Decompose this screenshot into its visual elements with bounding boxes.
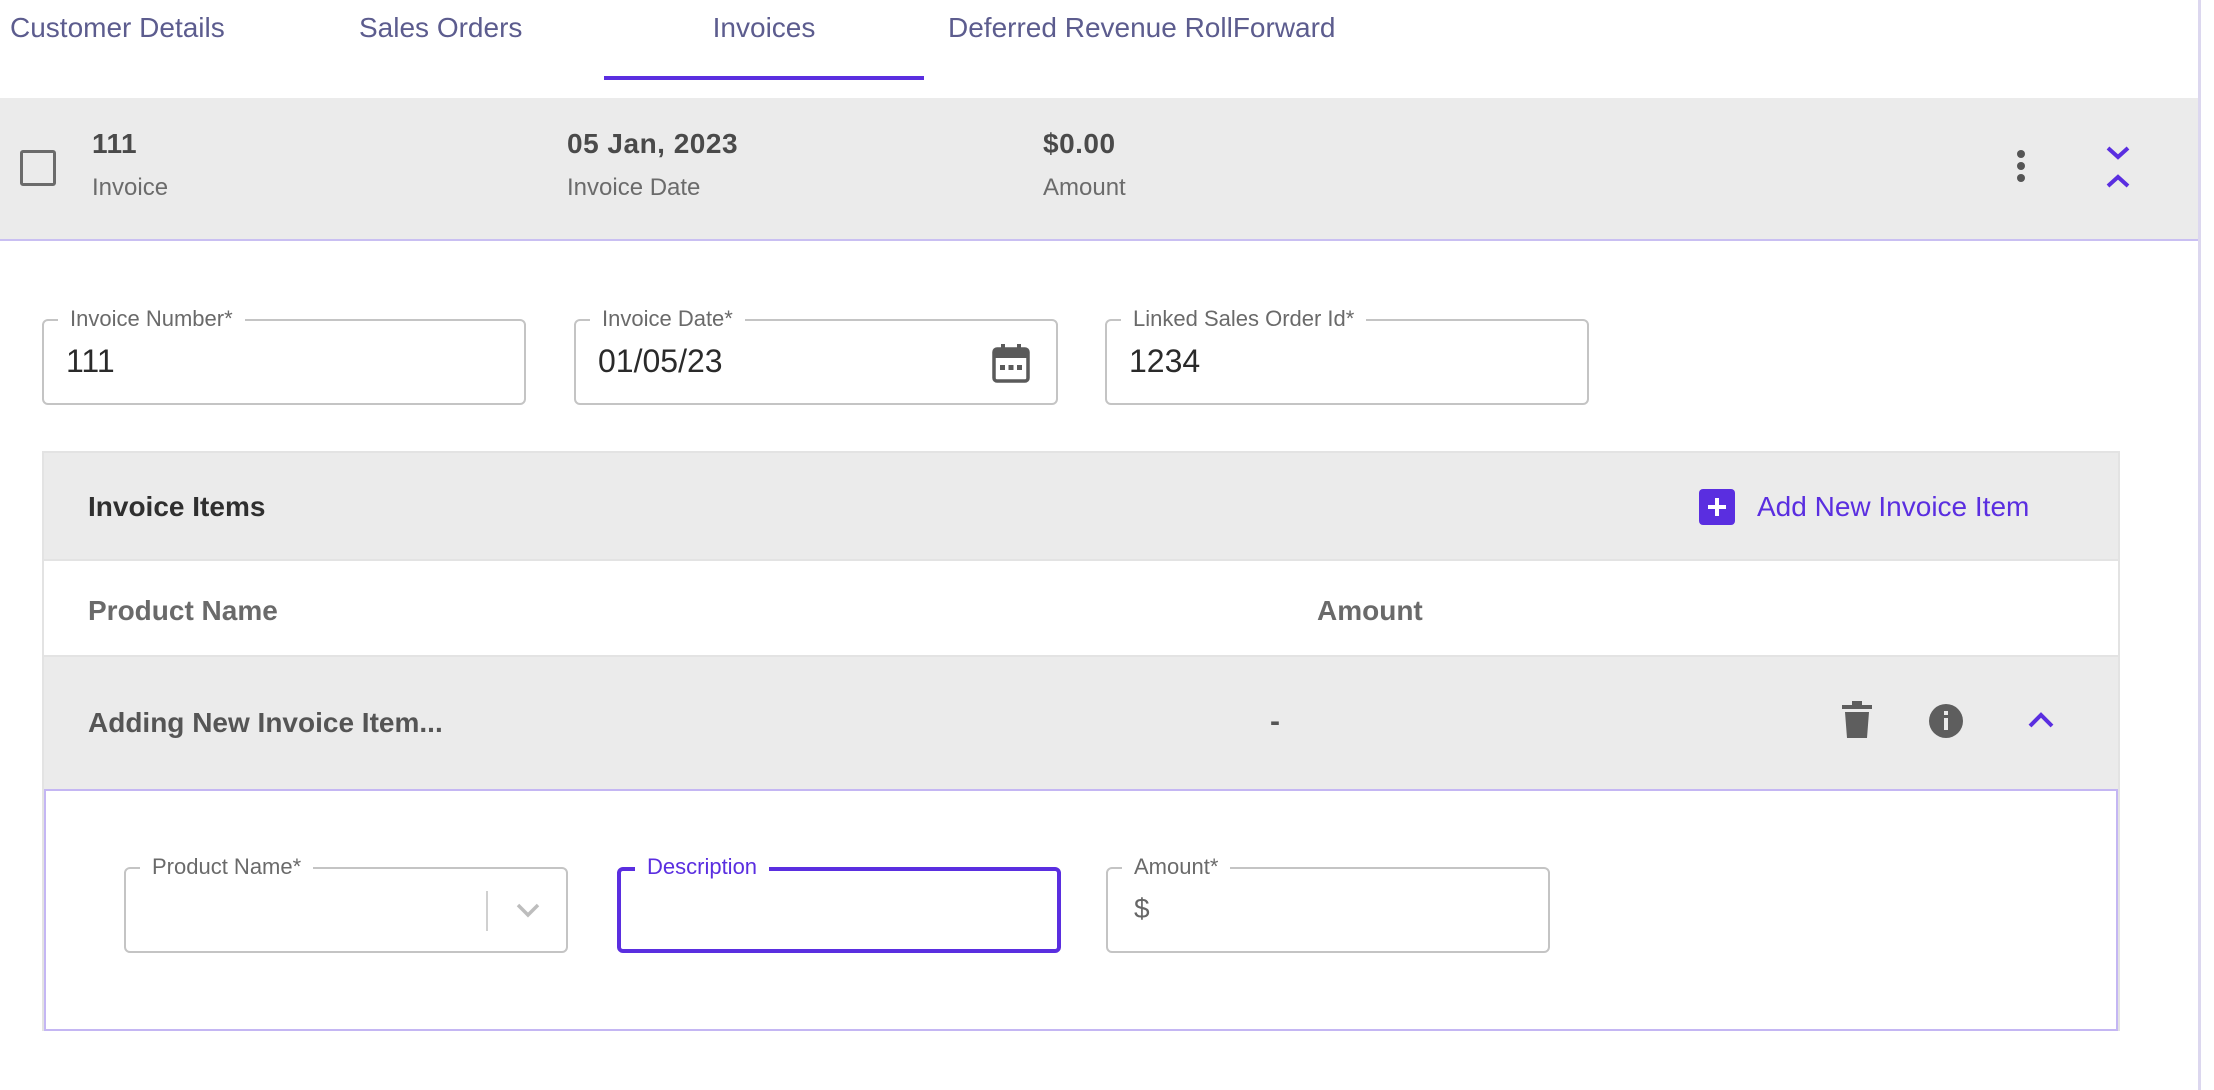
currency-prefix: $ xyxy=(1134,893,1150,924)
product-name-field-label: Product Name* xyxy=(140,854,314,880)
product-name-select[interactable]: Product Name* xyxy=(124,854,568,953)
invoice-date-field-label: Invoice Date* xyxy=(590,306,745,332)
invoice-items-header: Invoice Items Add New Invoice Item xyxy=(44,453,2118,559)
info-icon[interactable] xyxy=(1928,703,1964,739)
item-product-name: Adding New Invoice Item... xyxy=(88,707,443,738)
invoice-items-table-header: Product Name Amount xyxy=(44,559,2118,657)
linked-sales-order-field[interactable]: Linked Sales Order Id* 1234 xyxy=(1105,306,1589,405)
invoice-number-label: Invoice xyxy=(92,174,169,201)
select-divider xyxy=(486,891,488,931)
invoice-items-title: Invoice Items xyxy=(88,491,266,522)
tab-bar: Customer Details Sales Orders Invoices D… xyxy=(0,0,2198,96)
linked-sales-order-field-label: Linked Sales Order Id* xyxy=(1121,306,1367,332)
invoice-number-field[interactable]: Invoice Number* 111 xyxy=(42,306,526,405)
amount-field[interactable]: Amount* $ xyxy=(1106,854,1550,953)
collapse-all-icon[interactable] xyxy=(2098,142,2138,192)
trash-icon[interactable] xyxy=(1842,701,1872,739)
invoice-detail-panel: Invoice Number* 111 Invoice Date* 01/05/… xyxy=(0,241,2198,1090)
table-row[interactable]: Adding New Invoice Item... - xyxy=(44,657,2118,789)
active-tab-indicator xyxy=(604,76,924,80)
invoice-date-input[interactable]: 01/05/23 xyxy=(598,343,723,380)
invoice-amount-summary: $0.00 Amount xyxy=(1043,128,1126,202)
invoice-items-section: Invoice Items Add New Invoice Item Produ… xyxy=(42,451,2120,1031)
scrollbar-track[interactable] xyxy=(2198,0,2201,1090)
add-box-icon xyxy=(1699,489,1735,525)
chevron-down-icon[interactable] xyxy=(514,899,542,921)
invoice-item-form: Product Name* Description Amount* $ xyxy=(44,789,2118,1031)
calendar-icon[interactable] xyxy=(992,343,1030,383)
invoice-date-label: Invoice Date xyxy=(567,174,701,201)
tab-invoices[interactable]: Invoices xyxy=(604,0,924,82)
invoice-date-summary: 05 Jan, 2023 Invoice Date xyxy=(567,128,738,202)
invoice-number-field-label: Invoice Number* xyxy=(58,306,245,332)
tab-deferred-revenue-rollforward[interactable]: Deferred Revenue RollForward xyxy=(948,0,1336,82)
invoice-date-value: 05 Jan, 2023 xyxy=(567,128,739,159)
chevron-up-icon[interactable] xyxy=(2024,707,2058,733)
invoice-number-summary: 111 Invoice xyxy=(92,128,168,202)
more-vert-icon[interactable] xyxy=(2006,144,2036,188)
add-new-invoice-item-label: Add New Invoice Item xyxy=(1757,491,2030,522)
amount-field-label: Amount* xyxy=(1122,854,1231,880)
description-field-label: Description xyxy=(635,854,770,880)
description-field[interactable]: Description xyxy=(617,854,1061,953)
column-header-product-name: Product Name xyxy=(88,595,278,626)
item-amount: - xyxy=(1270,705,1280,738)
invoice-date-field[interactable]: Invoice Date* 01/05/23 xyxy=(574,306,1058,405)
invoice-summary-row[interactable]: 111 Invoice 05 Jan, 2023 Invoice Date $0… xyxy=(0,98,2198,241)
column-header-amount: Amount xyxy=(1317,595,1423,626)
invoice-number-input[interactable]: 111 xyxy=(66,343,115,380)
invoice-amount-value: $0.00 xyxy=(1043,128,1116,159)
add-new-invoice-item-button[interactable]: Add New Invoice Item xyxy=(1699,487,2029,527)
tab-sales-orders[interactable]: Sales Orders xyxy=(359,0,522,82)
select-invoice-checkbox[interactable] xyxy=(20,150,56,186)
linked-sales-order-input[interactable]: 1234 xyxy=(1129,343,1200,380)
invoice-amount-label: Amount xyxy=(1043,174,1126,201)
invoice-number-value: 111 xyxy=(92,128,138,159)
tab-customer-details[interactable]: Customer Details xyxy=(10,0,225,82)
